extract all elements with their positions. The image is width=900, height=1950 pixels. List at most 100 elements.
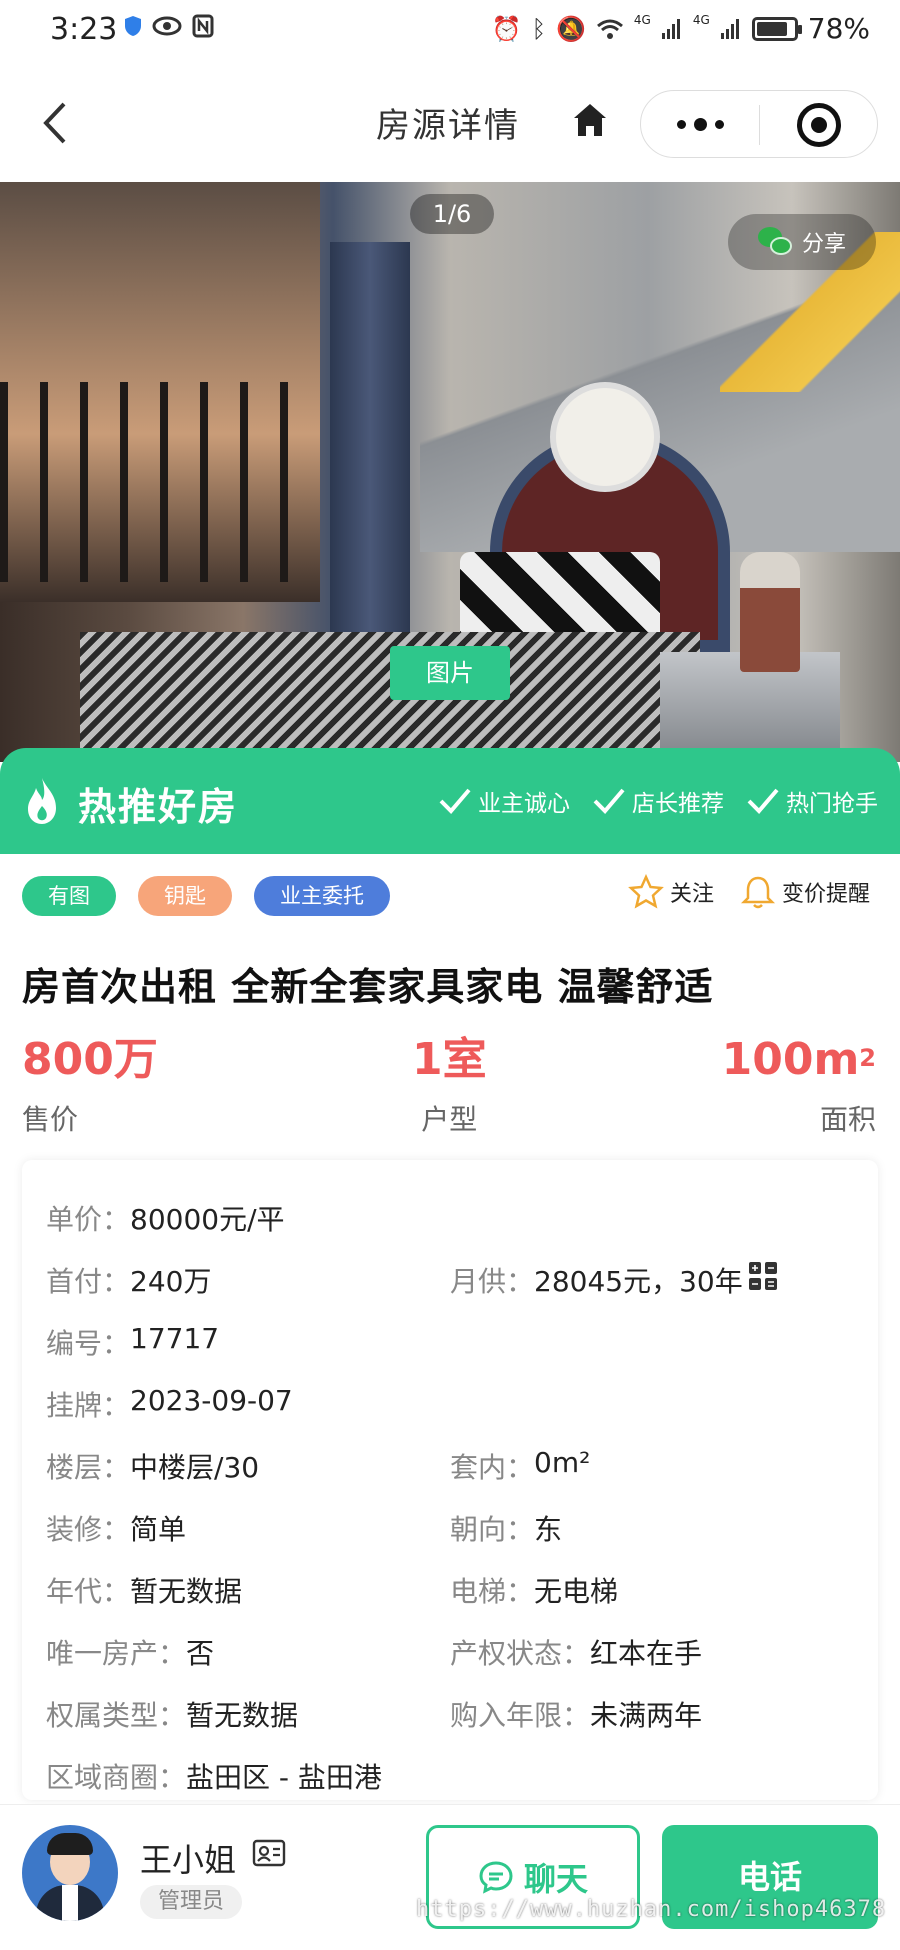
hot-banner: 热推好房 业主诚心 店长推荐 热门抢手 <box>0 748 900 854</box>
back-icon[interactable] <box>36 98 76 148</box>
bell-icon <box>740 876 776 909</box>
contact-card-icon[interactable] <box>252 1835 288 1869</box>
home-icon[interactable] <box>570 100 610 140</box>
detail-row-inner: 套内： 0m² <box>450 1446 590 1486</box>
detail-label: 年代： <box>46 1575 131 1608</box>
banner-title: 热推好房 <box>78 785 239 829</box>
price-value: 800万 <box>22 1034 158 1085</box>
area-label: 面积 <box>819 1103 876 1136</box>
fire-icon <box>28 778 56 824</box>
share-label: 分享 <box>801 232 846 257</box>
detail-row-monthly: 月供： 28045元，30年 <box>450 1260 779 1300</box>
price-stat: 800万 售价 <box>22 1030 158 1138</box>
detail-label: 月供： <box>450 1265 535 1298</box>
detail-card: 单价： 80000元/平 首付： 240万 月供： 28045元，30年 编号：… <box>22 1160 878 1800</box>
wechat-icon <box>757 227 794 257</box>
chat-label: 聊天 <box>523 1860 588 1898</box>
tag-row: 有图 钥匙 业主委托 <box>22 876 390 916</box>
follow-button[interactable]: 关注 <box>628 874 714 910</box>
follow-label: 关注 <box>669 882 714 907</box>
price-alert-button[interactable]: 变价提醒 <box>740 874 870 910</box>
area-number: 100m <box>721 1034 860 1085</box>
check-icon <box>593 788 625 814</box>
wifi-icon <box>596 19 623 39</box>
share-button[interactable]: 分享 <box>728 214 876 270</box>
detail-label: 套内： <box>450 1451 535 1484</box>
eye-icon <box>152 16 182 36</box>
detail-label: 电梯： <box>450 1575 535 1608</box>
detail-label: 区域商圈： <box>46 1761 187 1794</box>
banner-tag: 业主诚心 <box>438 784 570 818</box>
detail-value: 否 <box>186 1637 215 1670</box>
photo-tab[interactable]: 图片 <box>390 646 510 700</box>
detail-label: 挂牌： <box>46 1389 131 1422</box>
status-left-icons <box>124 14 214 38</box>
detail-label: 朝向： <box>450 1513 535 1546</box>
nfc-icon <box>192 14 214 38</box>
detail-label: 产权状态： <box>450 1637 591 1670</box>
detail-row-year: 年代： 暂无数据 <box>46 1570 242 1610</box>
status-bar: 3:23 ⏰ ᛒ 🔕 4G 4G 78% <box>0 0 900 62</box>
avatar[interactable] <box>22 1825 118 1921</box>
bluetooth-icon: ᛒ <box>531 14 546 43</box>
detail-value: 17717 <box>130 1322 220 1355</box>
price-label: 售价 <box>22 1103 79 1136</box>
agent-name: 王小姐 <box>140 1841 237 1879</box>
detail-label: 楼层： <box>46 1451 131 1484</box>
bottom-bar: 王小姐 管理员 聊天 电话 https://www.huzhan.com/ish… <box>0 1804 900 1950</box>
network-label-1: 4G <box>633 13 651 27</box>
detail-row-property-status: 产权状态： 红本在手 <box>450 1632 702 1672</box>
tag-has-photo: 有图 <box>22 876 116 916</box>
listing-actions: 关注 变价提醒 <box>628 874 870 910</box>
chat-bubble-icon <box>479 1861 513 1894</box>
signal-icon-2 <box>720 18 739 39</box>
banner-tag: 热门抢手 <box>746 784 878 818</box>
capsule-divider <box>759 105 760 145</box>
banner-tag-label: 店长推荐 <box>632 791 724 817</box>
detail-value: 东 <box>534 1513 563 1546</box>
banner-tag-label: 业主诚心 <box>478 791 570 817</box>
layout-value: 1室 <box>412 1034 487 1085</box>
area-value: 100m2 <box>722 1030 876 1090</box>
tag-owner-entrust: 业主委托 <box>254 876 390 916</box>
detail-row-code: 编号： 17717 <box>46 1322 219 1362</box>
shield-icon <box>125 16 141 36</box>
detail-value: 未满两年 <box>590 1699 703 1732</box>
detail-label: 首付： <box>46 1265 131 1298</box>
area-superscript: 2 <box>859 1044 876 1072</box>
tag-key: 钥匙 <box>138 876 232 916</box>
more-icon[interactable] <box>641 91 759 157</box>
layout-stat: 1室 户型 <box>412 1030 487 1138</box>
detail-label: 购入年限： <box>450 1699 591 1732</box>
detail-value: 80000元/平 <box>130 1203 285 1236</box>
detail-value: 28045元，30年 <box>534 1265 743 1298</box>
listing-title: 房首次出租 全新全套家具家电 温馨舒适 <box>22 965 714 1009</box>
role-badge: 管理员 <box>140 1885 243 1919</box>
price-alert-label: 变价提醒 <box>781 882 870 907</box>
calculator-icon[interactable] <box>747 1260 779 1292</box>
mini-program-capsule <box>640 90 878 158</box>
signal-icon-1 <box>661 18 680 39</box>
detail-row-down-payment: 首付： 240万 <box>46 1260 211 1300</box>
detail-value: 无电梯 <box>534 1575 619 1608</box>
detail-label: 装修： <box>46 1513 131 1546</box>
banner-tags: 业主诚心 店长推荐 热门抢手 <box>438 784 878 818</box>
detail-row-ownership: 权属类型： 暂无数据 <box>46 1694 298 1734</box>
detail-row-orientation: 朝向： 东 <box>450 1508 562 1548</box>
detail-value: 0m² <box>534 1446 591 1479</box>
detail-value: 暂无数据 <box>186 1699 299 1732</box>
status-time: 3:23 <box>50 12 118 47</box>
detail-row-elevator: 电梯： 无电梯 <box>450 1570 618 1610</box>
battery-icon <box>751 16 802 41</box>
detail-row-floor: 楼层： 中楼层/30 <box>46 1446 259 1486</box>
detail-label: 单价： <box>46 1203 131 1236</box>
detail-value: 暂无数据 <box>130 1575 243 1608</box>
close-target-icon[interactable] <box>797 103 841 147</box>
check-icon <box>439 788 471 814</box>
watermark-text: https://www.huzhan.com/ishop46378 <box>416 1897 887 1922</box>
network-label-2: 4G <box>692 13 710 27</box>
detail-row-unit-price: 单价： 80000元/平 <box>46 1198 285 1238</box>
page-title: 房源详情 <box>376 106 520 146</box>
detail-value: 红本在手 <box>590 1637 703 1670</box>
area-stat: 100m2 面积 <box>722 1030 876 1138</box>
